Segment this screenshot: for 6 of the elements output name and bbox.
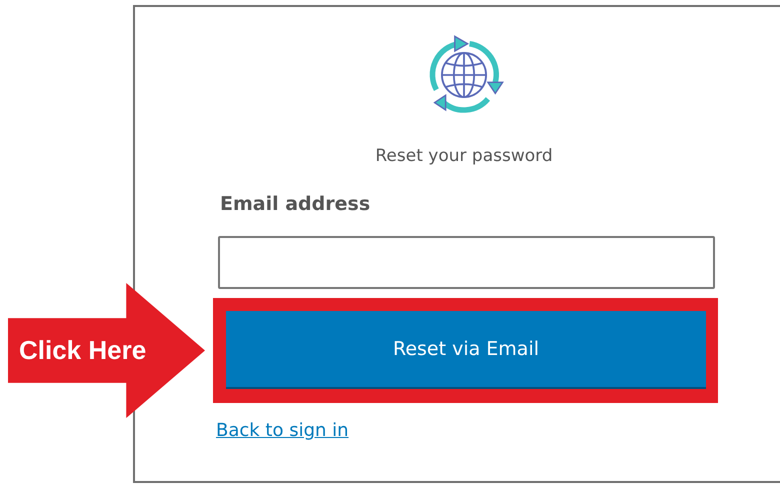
field-label: Email address — [220, 193, 370, 217]
back-link[interactable]: Back to sign in — [216, 420, 349, 441]
email-field[interactable] — [218, 236, 715, 289]
page-title: Reset your password — [374, 146, 554, 166]
reset-button[interactable]: Reset via Email — [226, 311, 706, 389]
callout-label: Click Here — [19, 335, 146, 366]
